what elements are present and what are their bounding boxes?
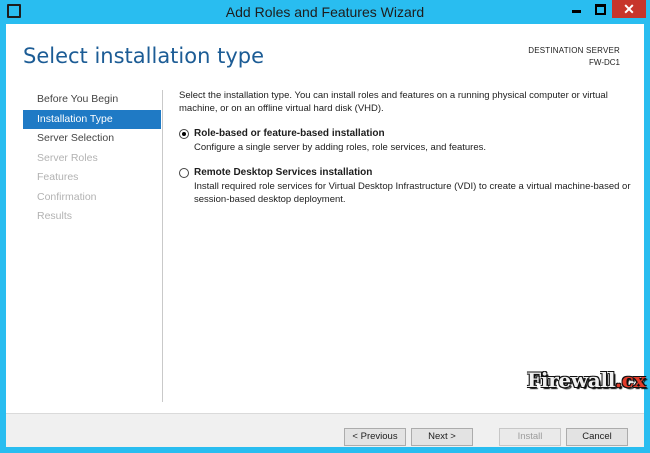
page-title: Select installation type	[23, 44, 264, 68]
main-content: Select the installation type. You can in…	[179, 89, 634, 206]
nav-item-features: Features	[37, 171, 79, 183]
option-remote-desktop-description: Install required role services for Virtu…	[194, 181, 631, 205]
install-button: Install	[499, 428, 561, 446]
watermark-logo: Firewall.cx	[527, 368, 646, 392]
close-icon: ✕	[623, 1, 635, 17]
radio-role-based[interactable]	[179, 129, 189, 139]
minimize-button[interactable]	[564, 0, 588, 18]
nav-item-confirmation: Confirmation	[37, 190, 97, 203]
cancel-button[interactable]: Cancel	[566, 428, 628, 446]
title-bar[interactable]: Add Roles and Features Wizard ✕	[0, 0, 650, 24]
nav-item-installation-type[interactable]: Installation Type	[23, 109, 161, 129]
option-role-based[interactable]: Role-based or feature-based installation…	[179, 128, 634, 154]
option-remote-desktop-title[interactable]: Remote Desktop Services installation	[194, 167, 634, 179]
minimize-icon	[572, 10, 581, 13]
maximize-icon	[595, 4, 606, 15]
watermark-text-dot: .cx	[615, 368, 646, 392]
wizard-step-nav: Before You Begin Installation Type Serve…	[23, 90, 161, 227]
watermark-text-main: Firewall	[527, 368, 616, 392]
nav-item-before-you-begin[interactable]: Before You Begin	[23, 90, 161, 110]
nav-item-server-selection[interactable]: Server Selection	[23, 129, 161, 149]
wizard-footer: < Previous Next > Install Cancel	[6, 414, 644, 447]
option-role-based-title[interactable]: Role-based or feature-based installation	[194, 128, 634, 140]
nav-item-results: Results	[37, 210, 73, 222]
maximize-button[interactable]	[588, 0, 612, 18]
next-button[interactable]: Next >	[411, 428, 473, 446]
destination-server-value: FW-DC1	[589, 58, 620, 67]
option-role-based-description: Configure a single server by adding role…	[194, 142, 487, 153]
intro-text: Select the installation type. You can in…	[179, 90, 608, 114]
nav-divider	[162, 90, 163, 402]
wizard-window: Add Roles and Features Wizard ✕ Select i…	[0, 0, 650, 453]
window-title: Add Roles and Features Wizard	[225, 4, 425, 20]
nav-item-server-roles: Server Roles	[37, 151, 98, 164]
close-button[interactable]: ✕	[612, 0, 646, 18]
destination-server-label: DESTINATION SERVER	[528, 46, 620, 55]
option-remote-desktop[interactable]: Remote Desktop Services installation Ins…	[179, 167, 634, 206]
radio-remote-desktop[interactable]	[179, 168, 189, 178]
previous-button[interactable]: < Previous	[344, 428, 406, 446]
